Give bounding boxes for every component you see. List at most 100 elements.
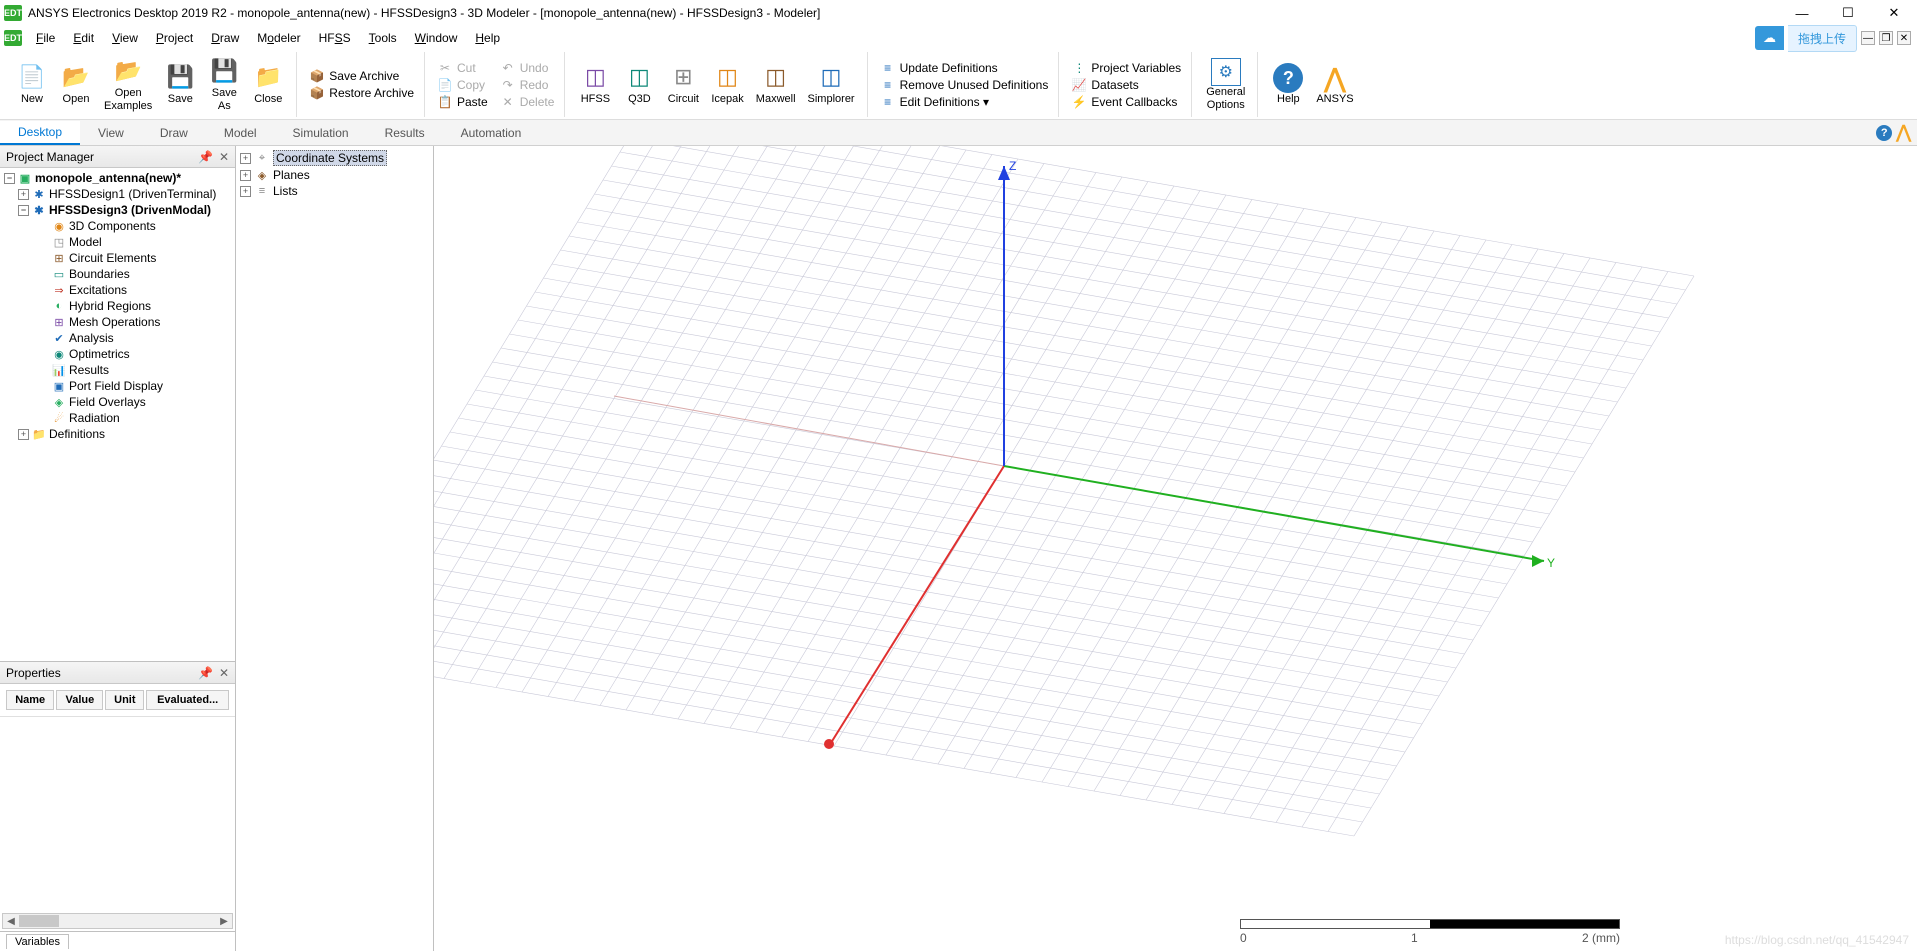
circuit-button[interactable]: ⊞Circuit <box>661 61 705 107</box>
help-button[interactable]: ?Help <box>1266 61 1310 107</box>
tree-port-field-display[interactable]: Port Field Display <box>69 379 163 393</box>
tree-mesh-operations[interactable]: Mesh Operations <box>69 315 160 329</box>
restore-archive-button[interactable]: 📦Restore Archive <box>305 85 418 101</box>
model-planes[interactable]: Planes <box>273 168 310 182</box>
tab-automation[interactable]: Automation <box>443 122 540 144</box>
expand-icon[interactable]: + <box>240 186 251 197</box>
expand-icon[interactable]: + <box>18 429 29 440</box>
child-minimize-button[interactable]: — <box>1861 31 1875 45</box>
minimize-button[interactable]: — <box>1779 0 1825 26</box>
col-evaluated[interactable]: Evaluated... <box>146 690 229 710</box>
menu-edit[interactable]: Edit <box>65 29 102 47</box>
tree-hybrid-regions[interactable]: Hybrid Regions <box>69 299 151 313</box>
save-button[interactable]: 💾Save <box>158 61 202 107</box>
tree-excitations[interactable]: Excitations <box>69 283 127 297</box>
tree-field-overlays[interactable]: Field Overlays <box>69 395 146 409</box>
cut-button[interactable]: ✂Cut <box>433 60 492 76</box>
project-root[interactable]: monopole_antenna(new)* <box>35 171 181 185</box>
general-options-button[interactable]: ⚙GeneralOptions <box>1200 56 1251 112</box>
tab-desktop[interactable]: Desktop <box>0 121 80 145</box>
col-name[interactable]: Name <box>6 690 54 710</box>
simplorer-button[interactable]: ◫Simplorer <box>802 61 861 107</box>
menu-window[interactable]: Window <box>407 29 466 47</box>
undo-button[interactable]: ↶Undo <box>496 60 559 76</box>
tree-boundaries[interactable]: Boundaries <box>69 267 130 281</box>
col-value[interactable]: Value <box>56 690 103 710</box>
copy-button[interactable]: 📄Copy <box>433 77 492 93</box>
collapse-icon[interactable]: − <box>18 205 29 216</box>
scroll-left-icon[interactable]: ◀ <box>3 916 19 927</box>
delete-button[interactable]: ✕Delete <box>496 94 559 110</box>
tree-results[interactable]: Results <box>69 363 109 377</box>
viewport-3d[interactable]: Y Z // draw iso grid (function(){ const … <box>434 146 1917 951</box>
col-unit[interactable]: Unit <box>105 690 144 710</box>
expand-icon[interactable]: + <box>240 170 251 181</box>
collapse-icon[interactable]: − <box>4 173 15 184</box>
edit-definitions-button[interactable]: ≡Edit Definitions ▾ <box>876 94 1053 110</box>
project-variables-button[interactable]: ⋮Project Variables <box>1067 60 1185 76</box>
menu-tools[interactable]: Tools <box>361 29 405 47</box>
close-project-button[interactable]: 📁Close <box>246 61 290 107</box>
update-definitions-button[interactable]: ≡Update Definitions <box>876 60 1053 76</box>
tab-simulation[interactable]: Simulation <box>275 122 367 144</box>
app-menu-icon[interactable]: EDT <box>4 30 22 46</box>
menu-view[interactable]: View <box>104 29 146 47</box>
model-coordinate-systems[interactable]: Coordinate Systems <box>273 150 387 166</box>
maxwell-button[interactable]: ◫Maxwell <box>750 61 802 107</box>
pm-pin-icon[interactable]: 📌 <box>198 150 213 164</box>
open-examples-button[interactable]: 📂OpenExamples <box>98 55 158 113</box>
scroll-thumb[interactable] <box>19 915 59 927</box>
hfss-button[interactable]: ◫HFSS <box>573 61 617 107</box>
tab-draw[interactable]: Draw <box>142 122 206 144</box>
tree-definitions[interactable]: Definitions <box>49 427 105 441</box>
tab-results[interactable]: Results <box>367 122 443 144</box>
q3d-button[interactable]: ◫Q3D <box>617 61 661 107</box>
model-tree[interactable]: +⌖Coordinate Systems +◈Planes +≡Lists <box>236 146 434 951</box>
menu-modeler[interactable]: Modeler <box>249 29 308 47</box>
properties-scrollbar[interactable]: ◀ ▶ <box>2 913 233 929</box>
child-close-button[interactable]: ✕ <box>1897 31 1911 45</box>
menu-draw[interactable]: Draw <box>203 29 247 47</box>
tree-analysis[interactable]: Analysis <box>69 331 114 345</box>
variables-tab[interactable]: Variables <box>6 934 69 949</box>
tree-design3[interactable]: HFSSDesign3 (DrivenModal) <box>49 203 211 217</box>
icepak-button[interactable]: ◫Icepak <box>705 61 749 107</box>
ansys-button[interactable]: ⋀ANSYS <box>1310 61 1359 107</box>
pm-close-icon[interactable]: ✕ <box>219 150 229 164</box>
close-button[interactable]: ✕ <box>1871 0 1917 26</box>
new-button[interactable]: 📄New <box>10 61 54 107</box>
cloud-icon[interactable]: ☁ <box>1755 26 1784 50</box>
menu-hfss[interactable]: HFSS <box>311 29 359 47</box>
child-restore-button[interactable]: ❐ <box>1879 31 1893 45</box>
tree-radiation[interactable]: Radiation <box>69 411 120 425</box>
cloud-upload-label[interactable]: 拖拽上传 <box>1788 25 1857 52</box>
save-archive-button[interactable]: 📦Save Archive <box>305 68 418 84</box>
properties-table[interactable]: Name Value Unit Evaluated... <box>4 688 231 712</box>
expand-icon[interactable]: + <box>18 189 29 200</box>
expand-icon[interactable]: + <box>240 153 251 164</box>
prop-close-icon[interactable]: ✕ <box>219 666 229 680</box>
tab-model[interactable]: Model <box>206 122 275 144</box>
scroll-right-icon[interactable]: ▶ <box>216 916 232 927</box>
tree-3d-components[interactable]: 3D Components <box>69 219 156 233</box>
tree-model[interactable]: Model <box>69 235 102 249</box>
menu-file[interactable]: File <box>28 29 63 47</box>
maximize-button[interactable]: ☐ <box>1825 0 1871 26</box>
tab-view[interactable]: View <box>80 122 142 144</box>
save-as-button[interactable]: 💾SaveAs <box>202 55 246 113</box>
redo-button[interactable]: ↷Redo <box>496 77 559 93</box>
menu-project[interactable]: Project <box>148 29 201 47</box>
tree-circuit-elements[interactable]: Circuit Elements <box>69 251 156 265</box>
datasets-button[interactable]: 📈Datasets <box>1067 77 1185 93</box>
tree-design1[interactable]: HFSSDesign1 (DrivenTerminal) <box>49 187 216 201</box>
remove-definitions-button[interactable]: ≡Remove Unused Definitions <box>876 77 1053 93</box>
project-tree[interactable]: −▣monopole_antenna(new)* +✱HFSSDesign1 (… <box>0 168 235 661</box>
help-small-icon[interactable]: ? <box>1876 125 1892 141</box>
open-button[interactable]: 📂Open <box>54 61 98 107</box>
event-callbacks-button[interactable]: ⚡Event Callbacks <box>1067 94 1185 110</box>
menu-help[interactable]: Help <box>467 29 508 47</box>
tree-optimetrics[interactable]: Optimetrics <box>69 347 130 361</box>
paste-button[interactable]: 📋Paste <box>433 94 492 110</box>
model-lists[interactable]: Lists <box>273 184 298 198</box>
prop-pin-icon[interactable]: 📌 <box>198 666 213 680</box>
